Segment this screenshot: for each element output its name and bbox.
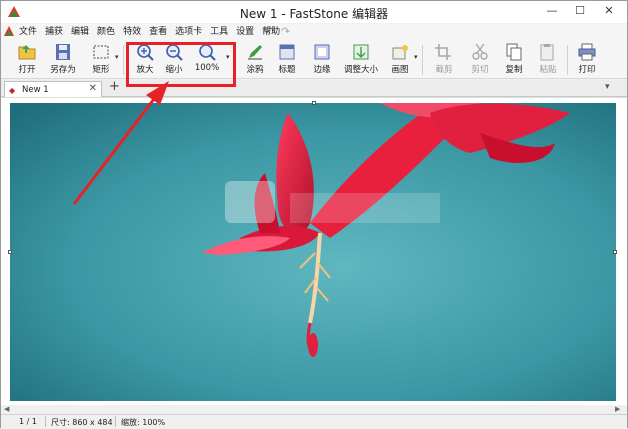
canvas-label: 画图: [391, 65, 409, 75]
draw-icon: [248, 45, 262, 60]
resize-button[interactable]: 调整大小: [341, 43, 381, 77]
save-as-button[interactable]: 另存为: [45, 43, 81, 77]
menu-tabs[interactable]: 选项卡: [171, 26, 206, 39]
toolbar-separator: [123, 45, 124, 75]
menu-settings[interactable]: 设置: [232, 26, 258, 39]
maximize-button[interactable]: ☐: [569, 3, 591, 19]
menu-effects[interactable]: 特效: [119, 26, 145, 39]
menu-file[interactable]: 文件: [15, 26, 41, 39]
canvas-dropdown-icon[interactable]: ▾: [414, 53, 418, 61]
floppy-disk-icon: [56, 44, 70, 60]
resize-handle-right[interactable]: [613, 250, 617, 254]
copy-icon: [506, 43, 522, 61]
close-window-button[interactable]: ✕: [598, 3, 620, 19]
menu-bar: 文件 捕获 编辑 颜色 特效 查看 选项卡 工具 设置 帮助 ↶ ↷: [1, 24, 627, 41]
edge-label: 边缘: [313, 65, 331, 75]
undo-icon[interactable]: ↶: [265, 25, 274, 38]
rectangle-select-button[interactable]: 矩形: [83, 43, 119, 77]
rectangle-select-icon: [93, 45, 109, 59]
title-bar: New 1 - FastStone 编辑器 — ☐ ✕: [1, 1, 627, 23]
tab-label: New 1: [22, 85, 49, 95]
tab-list-dropdown-icon[interactable]: ▾: [605, 82, 610, 92]
toolbar-separator: [567, 45, 568, 75]
save-as-label: 另存为: [50, 65, 76, 75]
paste-label: 粘贴: [539, 65, 557, 75]
crop-icon: [435, 44, 451, 60]
zoom-level: 缩放: 100%: [121, 418, 166, 427]
copy-button[interactable]: 复制: [496, 43, 532, 77]
paste-button[interactable]: 粘贴: [530, 43, 566, 77]
menu-color[interactable]: 颜色: [93, 26, 119, 39]
app-menu-icon[interactable]: [4, 26, 14, 37]
annotation-highlight-box: [126, 42, 236, 87]
redo-icon[interactable]: ↷: [281, 25, 290, 38]
tab-close-icon[interactable]: ✕: [89, 83, 97, 94]
menu-edit[interactable]: 编辑: [67, 26, 93, 39]
crop-label: 截剪: [435, 65, 453, 75]
caption-button[interactable]: 标题: [269, 43, 305, 77]
cut-button[interactable]: 剪切: [462, 43, 498, 77]
scroll-left-icon[interactable]: ◀: [4, 405, 9, 413]
draw-label: 涂鸦: [246, 65, 264, 75]
canvas-icon: [392, 45, 408, 60]
page-indicator: 1 / 1: [19, 417, 37, 426]
edge-button[interactable]: 边缘: [304, 43, 340, 77]
status-divider: [115, 416, 116, 427]
copy-label: 复制: [505, 65, 523, 75]
cut-label: 剪切: [471, 65, 489, 75]
rectangle-label: 矩形: [92, 65, 110, 75]
document-tab[interactable]: ◆ New 1 ✕: [4, 81, 102, 97]
folder-open-icon: [18, 45, 36, 60]
tab-modified-icon: ◆: [9, 86, 16, 95]
app-window: New 1 - FastStone 编辑器 — ☐ ✕ 文件 捕获 编辑 颜色 …: [0, 0, 628, 428]
image-canvas[interactable]: [1, 97, 627, 405]
toolbar: 打开 另存为 矩形 ▾ 放大 缩小 100% ▾ 涂鸦 标题 边缘 调整大小 画…: [1, 41, 627, 79]
open-button[interactable]: 打开: [9, 43, 45, 77]
menu-capture[interactable]: 捕获: [41, 26, 67, 39]
horizontal-scrollbar[interactable]: ◀ ▶: [1, 405, 627, 414]
resize-label: 调整大小: [343, 65, 378, 75]
resize-icon: [353, 44, 369, 60]
menu-tools[interactable]: 工具: [206, 26, 232, 39]
scissors-icon: [472, 43, 488, 60]
rectangle-dropdown-icon[interactable]: ▾: [115, 53, 119, 61]
window-title: New 1 - FastStone 编辑器: [239, 7, 389, 21]
print-button[interactable]: 打印: [569, 43, 605, 77]
resize-handle-left[interactable]: [8, 250, 12, 254]
status-bar: 1 / 1 尺寸: 860 x 484 缩放: 100%: [1, 414, 627, 428]
flower-photo[interactable]: [10, 103, 616, 401]
edge-icon: [314, 44, 330, 60]
new-tab-button[interactable]: +: [109, 79, 120, 94]
draw-button[interactable]: 涂鸦: [237, 43, 273, 77]
scroll-right-icon[interactable]: ▶: [615, 405, 620, 413]
printer-icon: [578, 43, 596, 61]
open-label: 打开: [18, 65, 36, 75]
image-size: 尺寸: 860 x 484: [51, 418, 113, 427]
paste-icon: [540, 44, 554, 61]
status-divider: [45, 416, 46, 427]
document-tab-bar: ◆ New 1 ✕ + ▾: [1, 79, 627, 97]
caption-label: 标题: [278, 65, 296, 75]
resize-handle-top[interactable]: [312, 101, 316, 105]
crop-button[interactable]: 截剪: [426, 43, 462, 77]
print-label: 打印: [578, 65, 596, 75]
toolbar-separator: [422, 45, 423, 75]
canvas-button[interactable]: 画图: [382, 43, 418, 77]
menu-view[interactable]: 查看: [145, 26, 171, 39]
caption-icon: [279, 44, 295, 60]
minimize-button[interactable]: —: [541, 3, 563, 19]
